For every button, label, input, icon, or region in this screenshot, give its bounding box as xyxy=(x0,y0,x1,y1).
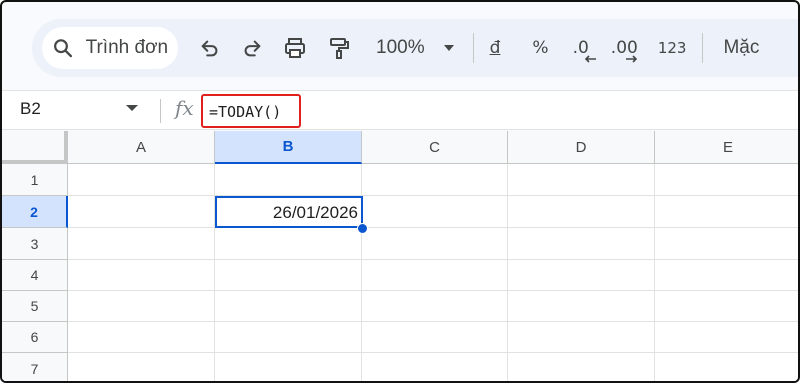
column-header-e[interactable]: E xyxy=(655,131,798,164)
row-header-2[interactable]: 2 xyxy=(2,196,68,228)
row-header-1[interactable]: 1 xyxy=(2,164,68,196)
grid-cell[interactable] xyxy=(508,260,655,291)
zoom-select[interactable]: 100% xyxy=(376,30,455,66)
toolbar-divider xyxy=(472,33,474,63)
menu-search-box[interactable]: Trình đơn xyxy=(42,27,178,69)
toolbar-divider-2 xyxy=(702,33,704,63)
sheet-grid: A B C D E 1 2 3 4 5 6 7 26/01/2026 xyxy=(2,131,798,381)
grid-cell[interactable] xyxy=(215,353,362,381)
undo-icon xyxy=(201,40,218,57)
print-icon xyxy=(285,38,305,58)
percent-format-button[interactable]: % xyxy=(532,30,548,66)
grid-cell[interactable] xyxy=(508,164,655,196)
zoom-value: 100% xyxy=(376,37,425,58)
grid-cell[interactable] xyxy=(68,260,215,291)
chevron-down-icon xyxy=(443,45,454,51)
row-header-3[interactable]: 3 xyxy=(2,228,68,260)
number-format-button[interactable]: 123 xyxy=(658,30,687,66)
redo-icon xyxy=(244,40,261,57)
grid-cell[interactable] xyxy=(508,291,655,322)
decrease-decimal-button[interactable]: .0 xyxy=(573,30,596,66)
grid-cell[interactable] xyxy=(655,228,798,260)
grid-cell[interactable] xyxy=(362,353,508,381)
grid-cell[interactable] xyxy=(508,353,655,381)
grid-cell[interactable] xyxy=(362,322,508,353)
grid-cell[interactable] xyxy=(68,228,215,260)
row-header-5[interactable]: 5 xyxy=(2,291,68,322)
undo-button[interactable] xyxy=(196,30,224,66)
grid-cell[interactable] xyxy=(655,164,798,196)
font-name: Mặc xyxy=(723,37,760,58)
grid-cell[interactable] xyxy=(655,291,798,322)
arrow-left-icon xyxy=(584,55,596,63)
redo-button[interactable] xyxy=(238,30,266,66)
grid-cell[interactable] xyxy=(362,291,508,322)
paint-format-button[interactable] xyxy=(324,30,354,66)
spreadsheet-window: Trình đơn 100% đ % .0 .00 123 Mặc B2 fx … xyxy=(0,0,800,383)
grid-cell[interactable] xyxy=(68,164,215,196)
grid-cell[interactable] xyxy=(655,322,798,353)
grid-cell[interactable] xyxy=(362,196,508,228)
grid-cell[interactable] xyxy=(508,322,655,353)
grid-cell[interactable] xyxy=(362,164,508,196)
grid-cell[interactable] xyxy=(68,291,215,322)
search-icon xyxy=(54,39,73,58)
grid-cell[interactable] xyxy=(362,228,508,260)
grid-cell[interactable] xyxy=(215,291,362,322)
grid-cell[interactable] xyxy=(68,353,215,381)
menu-search-text: Trình đơn xyxy=(85,37,168,58)
increase-decimal-button[interactable]: .00 xyxy=(611,30,638,66)
grid-cell[interactable] xyxy=(215,228,362,260)
grid-cell[interactable] xyxy=(655,353,798,381)
row-header-6[interactable]: 6 xyxy=(2,322,68,353)
row-header-4[interactable]: 4 xyxy=(2,260,68,291)
font-select[interactable]: Mặc xyxy=(723,30,759,66)
name-box[interactable]: B2 xyxy=(20,99,41,119)
active-cell-b2[interactable]: 26/01/2026 xyxy=(215,196,363,228)
toolbar: Trình đơn 100% đ % .0 .00 123 Mặc xyxy=(32,19,798,77)
print-button[interactable] xyxy=(280,30,310,66)
grid-cell[interactable] xyxy=(68,322,215,353)
caret-down-icon[interactable] xyxy=(126,105,138,111)
formula-bar: B2 fx xyxy=(2,90,798,130)
grid-cell[interactable] xyxy=(215,322,362,353)
grid-cell[interactable] xyxy=(508,196,655,228)
select-all-corner[interactable] xyxy=(2,131,68,164)
grid-cell[interactable] xyxy=(215,164,362,196)
formula-input[interactable]: =TODAY() xyxy=(201,94,301,128)
grid-cell[interactable] xyxy=(362,260,508,291)
grid-cell[interactable] xyxy=(655,260,798,291)
paint-format-icon xyxy=(330,38,349,59)
column-header-a[interactable]: A xyxy=(68,131,215,164)
column-header-b[interactable]: B xyxy=(215,131,362,164)
row-header-7[interactable]: 7 xyxy=(2,353,68,381)
column-header-d[interactable]: D xyxy=(508,131,655,164)
grid-cell[interactable] xyxy=(215,260,362,291)
currency-format-button[interactable]: đ xyxy=(490,30,501,66)
column-header-c[interactable]: C xyxy=(362,131,508,164)
fx-icon: fx xyxy=(175,96,194,120)
name-box-divider xyxy=(160,99,161,123)
fill-handle[interactable] xyxy=(357,223,368,234)
arrow-right-icon xyxy=(625,55,637,63)
grid-cell[interactable] xyxy=(68,196,215,228)
grid-cell[interactable] xyxy=(655,196,798,228)
grid-cell[interactable] xyxy=(508,228,655,260)
